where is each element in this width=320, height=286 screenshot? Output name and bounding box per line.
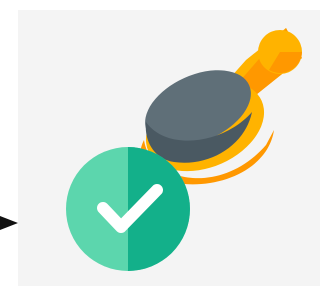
icon-canvas bbox=[0, 0, 320, 286]
check-badge bbox=[66, 147, 190, 271]
approval-stamp-icon bbox=[0, 28, 302, 271]
arrow-pointer-icon bbox=[0, 216, 18, 230]
